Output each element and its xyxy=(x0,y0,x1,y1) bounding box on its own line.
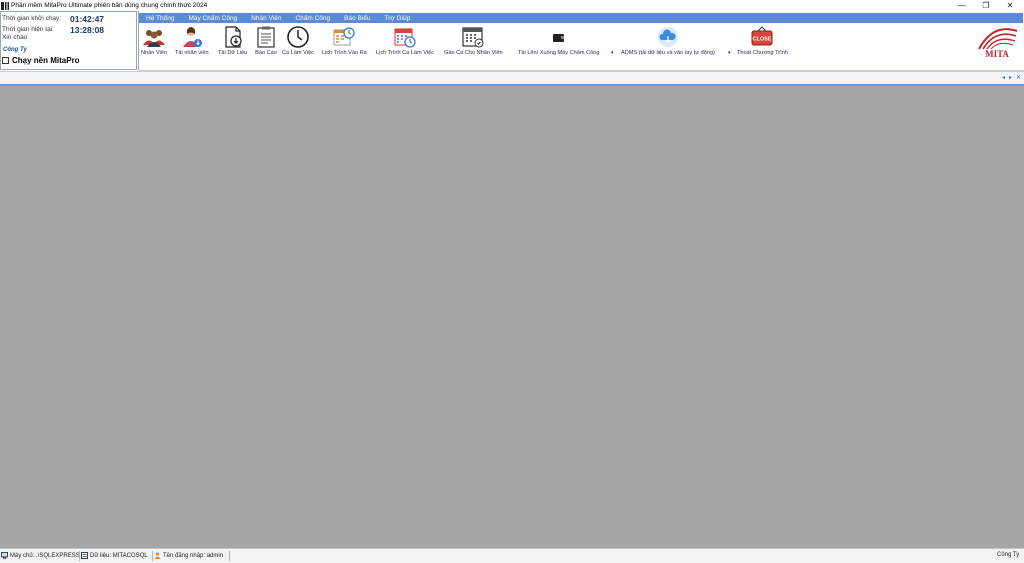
menu-tro-giup[interactable]: Trợ Giúp xyxy=(378,15,418,22)
close-sign-icon: CLOSE xyxy=(750,25,774,49)
status-company: Công Ty xyxy=(997,552,1019,558)
device-sync-label: Tải Lên/ Xuống Máy Chấm Công xyxy=(518,50,600,56)
menu-bao-bieu[interactable]: Báo Biểu xyxy=(337,15,377,22)
shift-calendar-button[interactable]: Lịch Trình Ca Làm Việc xyxy=(376,23,434,56)
status-user: Tên đăng nhập: admin xyxy=(154,552,223,559)
report-button[interactable]: Báo Cáo xyxy=(254,23,278,56)
user-icon xyxy=(154,552,161,559)
current-time-value: 13:28:08 xyxy=(70,25,105,35)
work-shift-button[interactable]: Ca Làm Việc xyxy=(282,23,314,56)
mdi-workspace xyxy=(0,86,1024,548)
toolbar: Nhân Viên Tải nhân viên Tải Dữ Liệu Báo … xyxy=(139,23,1023,70)
exit-program-label: Thoát Chương Trình xyxy=(737,50,788,56)
background-run-label: Chạy nền MitaPro xyxy=(12,56,80,65)
assign-shift-button[interactable]: Gán Ca Cho Nhân Viên xyxy=(444,23,503,56)
work-shift-label: Ca Làm Việc xyxy=(282,50,314,56)
exit-program-button[interactable]: CLOSE Thoát Chương Trình xyxy=(737,23,788,56)
employees-label: Nhân Viên xyxy=(141,50,168,56)
startup-time-value: 01:42:47 xyxy=(70,14,105,24)
app-icon xyxy=(1,1,9,10)
close-button[interactable]: ✕ xyxy=(996,0,1024,11)
greeting-text: Xin chào xyxy=(2,34,28,41)
clock-icon xyxy=(286,25,310,49)
title-bar: Phần mềm MitaPro Ultimate phiên bản dùng… xyxy=(0,0,1024,11)
tab-prev-button[interactable]: ◂ xyxy=(1002,74,1005,81)
device-sync-icon xyxy=(547,25,571,49)
download-data-button[interactable]: Tải Dữ Liệu xyxy=(218,23,247,56)
status-separator xyxy=(229,551,230,561)
assign-shift-icon xyxy=(461,25,485,49)
shift-calendar-label: Lịch Trình Ca Làm Việc xyxy=(376,50,435,56)
company-label: Công Ty xyxy=(3,47,27,53)
user-text: Tên đăng nhập: admin xyxy=(163,552,224,559)
schedule-inout-label: Lịch Trình Vào Ra xyxy=(322,50,367,56)
window-title: Phần mềm MitaPro Ultimate phiên bản dùng… xyxy=(11,2,208,9)
checkbox-box[interactable] xyxy=(2,57,9,64)
download-data-icon xyxy=(221,25,245,49)
schedule-inout-icon xyxy=(332,25,356,49)
menu-may-cham-cong[interactable]: Máy Chấm Công xyxy=(181,15,244,22)
employees-icon xyxy=(142,25,166,49)
ribbon: Hệ Thống Máy Chấm Công Nhân Viên Chấm Cô… xyxy=(138,11,1024,70)
current-time-label: Thời gian hiện tại: xyxy=(2,26,54,33)
status-separator xyxy=(79,551,80,561)
database-icon xyxy=(81,552,88,559)
background-run-checkbox[interactable]: Chạy nền MitaPro xyxy=(2,56,80,65)
device-sync-dropdown-arrow[interactable]: ▾ xyxy=(611,50,614,56)
device-sync-button[interactable]: Tải Lên/ Xuống Máy Chấm Công xyxy=(518,23,599,56)
server-icon xyxy=(1,552,8,559)
status-separator xyxy=(152,551,153,561)
assign-shift-label: Gán Ca Cho Nhân Viên xyxy=(444,50,503,56)
database-text: Dữ liệu: MITACOSQL xyxy=(90,552,148,559)
download-data-label: Tải Dữ Liệu xyxy=(218,50,248,56)
logo-text: MITA xyxy=(985,49,1009,59)
tab-close-button[interactable]: ✕ xyxy=(1016,74,1021,81)
download-employee-button[interactable]: Tải nhân viên xyxy=(175,23,209,56)
schedule-inout-button[interactable]: Lịch Trình Vào Ra xyxy=(322,23,367,56)
status-server: Máy chủ: .\SQLEXPRESS xyxy=(1,552,80,559)
menu-he-thong[interactable]: Hệ Thống xyxy=(139,15,181,22)
adms-button[interactable]: ADMS (tải dữ liệu và vân tay tự động) xyxy=(621,23,715,56)
startup-time-label: Thời gian khởi chạy: xyxy=(2,15,62,22)
document-tab-strip: ◂ ▸ ✕ xyxy=(0,71,1024,86)
employees-button[interactable]: Nhân Viên xyxy=(141,23,167,56)
status-bar: Máy chủ: .\SQLEXPRESS Dữ liệu: MITACOSQL… xyxy=(0,548,1024,563)
status-database: Dữ liệu: MITACOSQL xyxy=(81,552,148,559)
adms-label: ADMS (tải dữ liệu và vân tay tự động) xyxy=(621,50,715,56)
menu-nhan-vien[interactable]: Nhân Viên xyxy=(244,15,288,22)
cloud-icon xyxy=(656,25,680,49)
shift-calendar-icon xyxy=(393,25,417,49)
server-text: Máy chủ: .\SQLEXPRESS xyxy=(10,552,80,559)
company-text: Công Ty xyxy=(997,552,1020,558)
download-employee-icon xyxy=(180,25,204,49)
report-icon xyxy=(254,25,278,49)
menu-cham-cong[interactable]: Chấm Công xyxy=(288,15,337,22)
adms-dropdown-arrow[interactable]: ▾ xyxy=(728,50,731,56)
session-info-panel: Thời gian khởi chạy: 01:42:47 Thời gian … xyxy=(0,11,137,70)
close-sign-text: CLOSE xyxy=(753,37,772,43)
mita-logo: MITA xyxy=(975,25,1019,59)
tab-next-button[interactable]: ▸ xyxy=(1009,74,1012,81)
menu-bar: Hệ Thống Máy Chấm Công Nhân Viên Chấm Cô… xyxy=(139,13,1023,23)
download-employee-label: Tải nhân viên xyxy=(175,50,209,56)
report-label: Báo Cáo xyxy=(255,50,277,56)
